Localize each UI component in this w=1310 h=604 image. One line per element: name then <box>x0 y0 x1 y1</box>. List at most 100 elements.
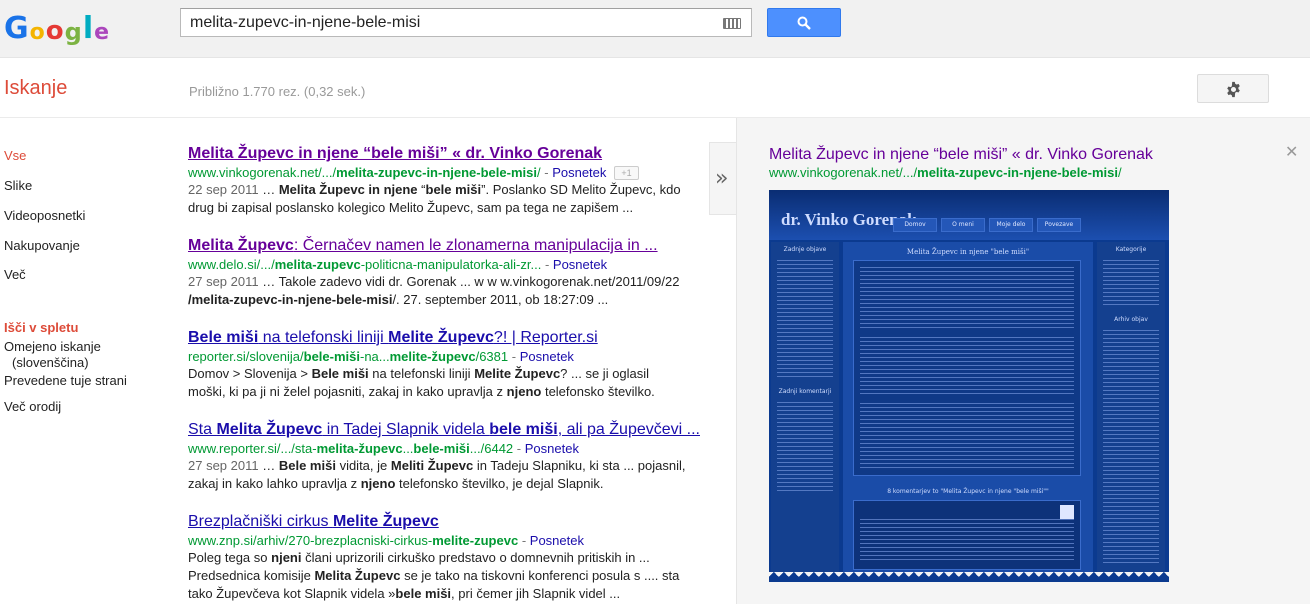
url-suffix: / <box>536 165 541 180</box>
url-separator: - <box>521 533 527 548</box>
search-input[interactable] <box>190 13 710 33</box>
snippet-text: /. 27. september 2011, ob 18:27:09 ... <box>392 292 609 307</box>
url-prefix: www.reporter.si/.../sta- <box>188 441 317 456</box>
shot-post-body <box>853 260 1081 476</box>
url-separator: - <box>511 349 517 364</box>
logo-letter: e <box>94 20 110 45</box>
nav-tool-language[interactable]: (slovenščina) <box>12 355 89 370</box>
logo-letter: l <box>82 11 94 46</box>
url-bold: melita-zupevc-in-njene-bele-misi <box>336 165 537 180</box>
google-doodle-logo[interactable]: Google <box>4 8 122 46</box>
nav-item-videos[interactable]: Videoposnetki <box>4 208 85 223</box>
cached-snapshot-link[interactable]: Posnetek <box>553 257 607 272</box>
title-bold: Melita Župevc <box>188 237 294 254</box>
title-bold: Melite Župevc <box>332 513 439 530</box>
title-bold: Melite Župevc <box>388 329 494 346</box>
double-chevron-right-icon: » <box>715 166 729 191</box>
cached-snapshot-link[interactable]: Posnetek <box>552 165 606 180</box>
snippet-bold: bele miši <box>395 586 452 601</box>
cached-snapshot-link[interactable]: Posnetek <box>525 441 579 456</box>
result-item: Bele miši na telefonski liniji Melite Žu… <box>188 328 708 401</box>
close-icon[interactable]: ✕ <box>1285 142 1298 162</box>
result-stats: Približno 1.770 rez. (0,32 sek.) <box>189 84 366 99</box>
title-text: Brezplačniški cirkus <box>188 513 333 530</box>
snippet-text: člani uprizorili cirkuško predstavo o do… <box>305 550 650 565</box>
logo-letter: g <box>64 18 82 46</box>
shot-heading: Zadnji komentarji <box>778 388 832 395</box>
snippet-text: Takole zadevo vidi dr. Gorenak ... w w w… <box>278 274 680 289</box>
preview-url: www.vinkogorenak.net/.../melita-zupevc-i… <box>769 165 1122 180</box>
result-title-link[interactable]: Melita Župevc: Černačev namen le zloname… <box>188 236 708 256</box>
snippet-bold: Melita Župevc in njene <box>278 182 418 197</box>
snippet-bold: Bele miši <box>311 366 369 381</box>
result-title-link[interactable]: Melita Župevc in njene “bele miši” « dr.… <box>188 144 708 164</box>
result-url: reporter.si/slovenija/bele-miši-na...mel… <box>188 348 708 365</box>
snippet-text: telefonsko številko, je dejal Slapnik. <box>399 476 604 491</box>
cached-snapshot-link[interactable]: Posnetek <box>530 533 584 548</box>
url-prefix: www.vinkogorenak.net/.../ <box>769 165 918 180</box>
snippet-text: in Tadeju Slapniku, ki sta ... pojasnil, <box>476 458 686 473</box>
url-bold: melita-župevc <box>316 441 403 456</box>
url-bold: bele-miši <box>413 441 470 456</box>
url-separator: - <box>516 441 522 456</box>
shot-comment <box>853 500 1081 570</box>
shot-text-block <box>777 260 833 380</box>
url-bold: melita-zupevc <box>274 257 361 272</box>
shot-text-block <box>777 402 833 492</box>
shot-heading: Kategorije <box>1115 246 1147 253</box>
shot-right-sidebar: Kategorije Arhiv objav <box>1097 242 1165 572</box>
plus-one-button[interactable]: +1 <box>614 166 640 180</box>
title-text: na telefonski liniji <box>258 329 389 346</box>
shot-tab: Povezave <box>1037 218 1081 232</box>
result-snippet: 27 sep 2011 … Bele miši vidita, je Melit… <box>188 458 686 491</box>
result-title-link[interactable]: Brezplačniški cirkus Melite Župevc <box>188 512 708 532</box>
url-prefix: www.delo.si/.../ <box>188 257 275 272</box>
shot-heading: Zadnje objave <box>783 246 827 253</box>
result-title-link[interactable]: Bele miši na telefonski liniji Melite Žu… <box>188 328 708 348</box>
nav-item-more[interactable]: Več <box>4 267 26 282</box>
cached-snapshot-link[interactable]: Posnetek <box>520 349 574 364</box>
section-title: Iskanje <box>4 77 68 99</box>
url-bold: melite-župevc <box>389 349 476 364</box>
title-text: , ali pa Župevčevi ... <box>557 421 700 438</box>
instant-preview-toggle[interactable]: » <box>709 142 737 215</box>
url-bold: melita-zupevc-in-njene-bele-misi <box>917 165 1118 180</box>
settings-button[interactable] <box>1197 74 1269 103</box>
shot-text-block <box>1103 260 1159 306</box>
keyboard-icon[interactable] <box>723 18 741 29</box>
snippet-text: telefonsko številko. <box>544 384 655 399</box>
search-box[interactable] <box>180 8 752 37</box>
result-snippet: 22 sep 2011 … Melita Župevc in njene “be… <box>188 182 681 215</box>
url-suffix: /6381 <box>475 349 509 364</box>
result-url: www.reporter.si/.../sta-melita-župevc...… <box>188 440 708 457</box>
result-item: Sta Melita Župevc in Tadej Slapnik videl… <box>188 420 708 493</box>
title-text: in Tadej Slapnik videla <box>322 421 490 438</box>
result-snippet: Poleg tega so njeni člani uprizorili cir… <box>188 549 708 603</box>
result-item: Melita Župevc in njene “bele miši” « dr.… <box>188 144 708 217</box>
url-suffix: / <box>1117 165 1122 180</box>
nav-item-images[interactable]: Slike <box>4 178 32 193</box>
logo-letter: o <box>45 16 64 46</box>
url-mid: -na... <box>359 349 390 364</box>
search-button[interactable] <box>767 8 841 37</box>
url-suffix: .../6442 <box>469 441 514 456</box>
nav-tool-restricted-search[interactable]: Omejeno iskanje <box>4 339 101 354</box>
nav-item-shopping[interactable]: Nakupovanje <box>4 238 80 253</box>
search-icon <box>797 16 811 30</box>
preview-title[interactable]: Melita Župevc in njene “bele miši” « dr.… <box>769 146 1153 164</box>
nav-tool-translated-pages[interactable]: Prevedene tuje strani <box>4 373 127 388</box>
shot-tab: Domov <box>893 218 937 232</box>
nav-tool-more-tools[interactable]: Več orodij <box>4 399 61 414</box>
snippet-text: vidita, je <box>339 458 388 473</box>
nav-item-all[interactable]: Vse <box>4 148 26 163</box>
shot-torn-edge <box>769 572 1169 582</box>
url-prefix: www.znp.si/arhiv/270-brezplacniski-cirku… <box>188 533 433 548</box>
result-date: 27 sep 2011 <box>188 458 259 473</box>
result-item: Melita Župevc: Černačev namen le zloname… <box>188 236 708 309</box>
avatar <box>1060 505 1074 519</box>
result-title-link[interactable]: Sta Melita Župevc in Tadej Slapnik videl… <box>188 420 708 440</box>
title-bold: Melita Župevc <box>216 421 323 438</box>
url-suffix: -politicna-manipulatorka-ali-zr... <box>360 257 542 272</box>
shot-main-content: Melita Župevc in njene "bele miši" 8 kom… <box>843 242 1093 572</box>
preview-screenshot[interactable]: dr. Vinko Gorenak Domov O meni Moje delo… <box>769 190 1169 582</box>
